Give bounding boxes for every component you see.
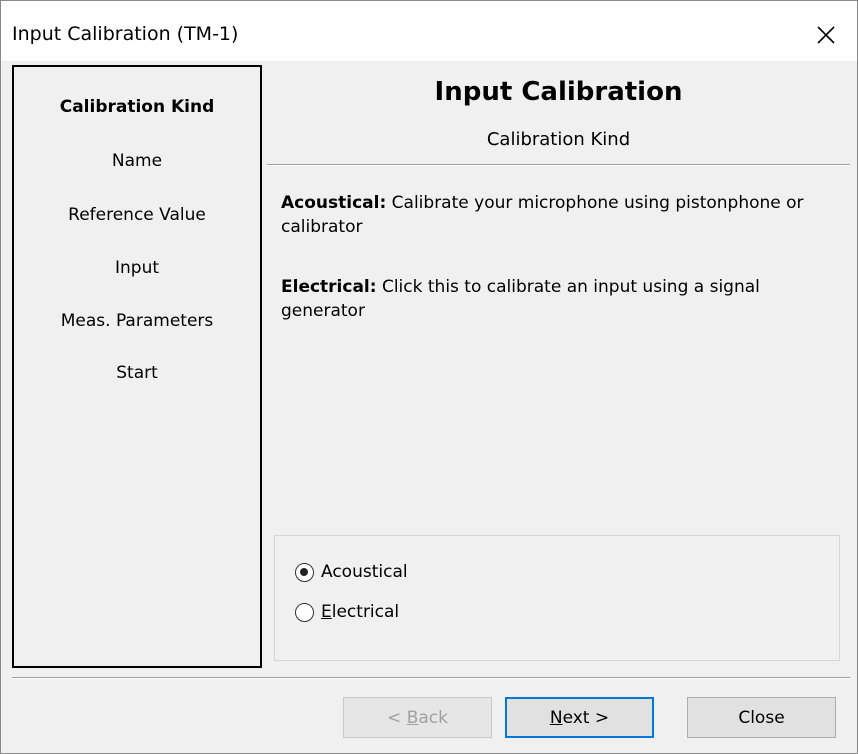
step-calibration-kind: Calibration Kind xyxy=(59,97,215,117)
electrical-description-label: Electrical: xyxy=(281,277,377,297)
radio-electrical-indicator[interactable] xyxy=(295,602,314,622)
acoustical-description-label: Acoustical: xyxy=(281,193,387,213)
radio-electrical-rest: lectrical xyxy=(331,602,400,622)
step-start: Start xyxy=(116,363,158,383)
radio-acoustical-label: Acoustical xyxy=(321,562,408,582)
title-bar: Input Calibration (TM-1) xyxy=(1,1,857,61)
header-divider xyxy=(267,164,850,166)
page-title: Input Calibration xyxy=(434,77,683,107)
next-button-rest: ext > xyxy=(562,707,610,728)
back-button[interactable]: < Back xyxy=(343,697,492,738)
step-input: Input xyxy=(114,258,160,278)
radio-acoustical-indicator[interactable] xyxy=(295,562,314,582)
wizard-steps-panel: Calibration Kind Name Reference Value In… xyxy=(12,65,262,668)
radio-electrical[interactable]: Electrical xyxy=(295,602,399,622)
back-button-rest: ack xyxy=(418,707,448,728)
next-button-accel: N xyxy=(549,707,563,728)
acoustical-description: Acoustical: Calibrate your microphone us… xyxy=(281,191,821,239)
step-name: Name xyxy=(111,151,163,171)
radio-electrical-label: Electrical xyxy=(321,602,399,622)
page-subtitle: Calibration Kind xyxy=(486,129,631,150)
footer-divider xyxy=(12,677,850,679)
close-button[interactable]: Close xyxy=(687,697,836,738)
radio-acoustical[interactable]: Acoustical xyxy=(295,562,408,582)
next-button[interactable]: Next > xyxy=(505,697,654,738)
calibration-dialog: Input Calibration (TM-1) Calibration Kin… xyxy=(0,0,858,754)
step-reference-value: Reference Value xyxy=(68,205,206,225)
back-button-accel: B xyxy=(406,707,419,728)
electrical-description: Electrical: Click this to calibrate an i… xyxy=(281,275,821,323)
back-button-prefix: < xyxy=(387,707,407,728)
close-button-label: Close xyxy=(738,707,785,728)
calibration-kind-group: Acoustical Electrical xyxy=(274,535,840,661)
step-meas-parameters: Meas. Parameters xyxy=(60,311,214,331)
close-icon xyxy=(817,26,835,44)
close-window-button[interactable] xyxy=(809,21,843,49)
window-title: Input Calibration (TM-1) xyxy=(12,23,239,45)
radio-electrical-accel: E xyxy=(321,602,332,622)
radio-selected-dot xyxy=(300,567,308,576)
